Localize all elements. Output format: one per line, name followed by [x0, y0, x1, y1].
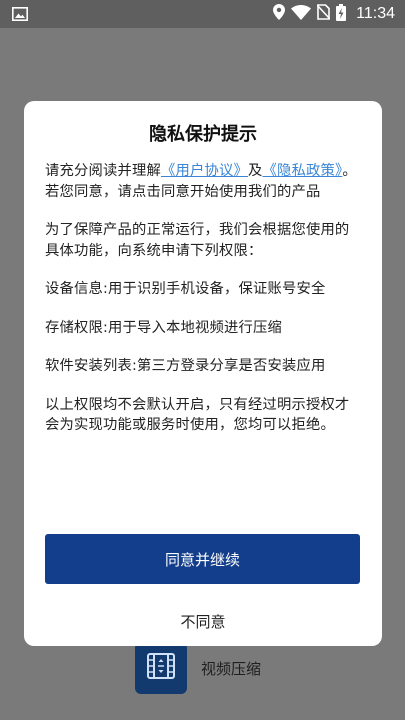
privacy-dialog: 隐私保护提示 请充分阅读并理解《用户协议》及《隐私政策》。若您同意，请点击同意开…: [24, 101, 382, 646]
agree-button[interactable]: 同意并继续: [45, 534, 360, 584]
user-agreement-link[interactable]: 《用户协议》: [161, 163, 248, 179]
video-compress-app-icon[interactable]: [135, 642, 187, 694]
location-icon: [273, 4, 286, 24]
video-compress-icon: [146, 651, 176, 685]
privacy-policy-link[interactable]: 《隐私政策》: [262, 163, 342, 179]
status-time: 11:34: [356, 5, 395, 22]
permission-apps: 软件安装列表:第三方登录分享是否安装应用: [45, 358, 326, 374]
dialog-title: 隐私保护提示: [149, 124, 257, 145]
purpose-paragraph: 为了保障产品的正常运行，我们会根据您使用的具体功能，向系统申请下列权限：: [45, 222, 350, 259]
permission-storage: 存储权限:用于导入本地视频进行压缩: [45, 319, 282, 336]
closing-paragraph: 以上权限均不会默认开启，只有经过明示授权才会为实现功能或服务时使用，您均可以拒绝…: [45, 396, 350, 434]
disagree-button[interactable]: 不同意: [24, 606, 382, 638]
permission-device: 设备信息:用于识别手机设备，保证账号安全: [45, 281, 326, 297]
battery-charging-icon: [336, 3, 347, 25]
app-label: 视频压缩: [201, 660, 262, 678]
image-notification-icon: [12, 6, 28, 25]
dialog-body: 请充分阅读并理解《用户协议》及《隐私政策》。若您同意，请点击同意开始使用我们的产…: [45, 161, 363, 436]
and-text: 及: [247, 163, 263, 179]
no-sim-icon: [316, 4, 331, 24]
intro-paragraph: 请充分阅读并理解《用户协议》及《隐私政策》。若您同意，请点击同意开始使用我们的产…: [45, 161, 363, 202]
wifi-icon: [291, 4, 312, 24]
intro-prefix: 请充分阅读并理解: [45, 163, 161, 179]
status-bar: 11:34: [0, 0, 405, 28]
